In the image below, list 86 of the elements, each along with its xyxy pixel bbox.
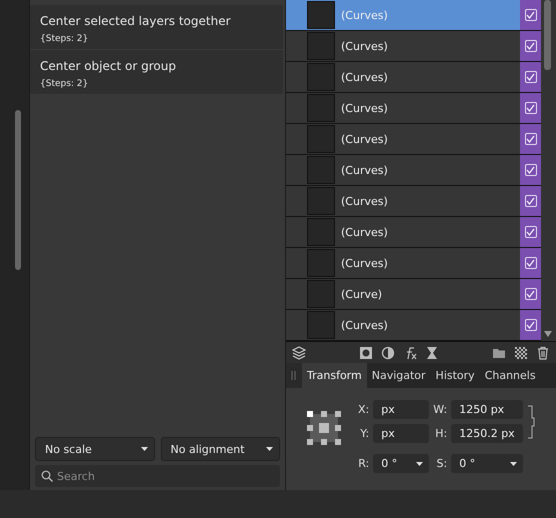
layer-thumbnail bbox=[307, 1, 335, 29]
alignment-dropdown[interactable]: No alignment bbox=[160, 437, 280, 461]
panel-tab[interactable]: Navigator bbox=[366, 363, 431, 388]
layer-thumbnail bbox=[307, 218, 335, 246]
layer-row[interactable]: (Curves) bbox=[286, 93, 541, 124]
r-label: R: bbox=[358, 457, 370, 470]
visibility-checkbox[interactable] bbox=[524, 257, 536, 269]
visibility-checkbox[interactable] bbox=[524, 9, 536, 21]
visibility-checkbox[interactable] bbox=[524, 226, 536, 238]
grip-icon[interactable] bbox=[286, 363, 302, 388]
layer-name: (Curves) bbox=[341, 8, 389, 22]
search-box[interactable]: Search bbox=[35, 465, 280, 487]
rotation-dropdown[interactable]: 0 ° bbox=[373, 454, 430, 473]
visibility-checkbox[interactable] bbox=[524, 164, 536, 176]
item-title: Center selected layers together bbox=[40, 14, 232, 28]
w-label: W: bbox=[433, 403, 448, 416]
caret-icon bbox=[510, 462, 518, 466]
layer-thumbnail bbox=[307, 280, 335, 308]
layer-name: (Curves) bbox=[341, 194, 389, 208]
scale-dropdown[interactable]: No scale bbox=[35, 437, 154, 461]
shear-dropdown[interactable]: 0 ° bbox=[451, 454, 524, 473]
search-field[interactable]: Search bbox=[57, 470, 274, 482]
layer-row[interactable]: (Curves) bbox=[286, 124, 541, 155]
layer-row[interactable]: (Curves) bbox=[286, 62, 541, 93]
hourglass-icon[interactable] bbox=[425, 346, 439, 360]
layer-thumbnail bbox=[307, 187, 335, 215]
layer-name: (Curves) bbox=[341, 164, 389, 176]
layer-thumbnail bbox=[307, 249, 335, 277]
layer-name: (Curves) bbox=[341, 40, 389, 52]
s-label: S: bbox=[436, 457, 448, 470]
checker-icon[interactable] bbox=[514, 346, 528, 360]
trash-icon[interactable] bbox=[536, 346, 550, 360]
y-label: Y: bbox=[360, 427, 370, 440]
layer-thumbnail bbox=[307, 125, 335, 153]
anchor-icon[interactable] bbox=[304, 408, 344, 448]
layer-name: (Curves) bbox=[341, 226, 389, 238]
x-label: X: bbox=[358, 403, 370, 416]
width-field[interactable]: 1250 px bbox=[451, 400, 524, 419]
layer-row[interactable]: (Curves) bbox=[286, 310, 541, 341]
link-icon[interactable] bbox=[527, 404, 536, 440]
layer-name: (Curves) bbox=[341, 132, 389, 146]
search-icon bbox=[41, 470, 53, 482]
visibility-checkbox[interactable] bbox=[524, 102, 536, 114]
layer-thumbnail bbox=[307, 311, 335, 339]
layer-row[interactable]: (Curves) bbox=[286, 31, 541, 62]
scrollbar-thumb[interactable] bbox=[544, 0, 551, 70]
caret-icon bbox=[416, 462, 424, 466]
h-label: H: bbox=[435, 427, 448, 440]
layer-row[interactable]: (Curves) bbox=[286, 248, 541, 279]
visibility-checkbox[interactable] bbox=[524, 71, 536, 83]
height-field[interactable]: 1250.2 px bbox=[451, 424, 524, 443]
mask-icon[interactable] bbox=[359, 346, 373, 360]
layer-name: (Curves) bbox=[341, 256, 389, 270]
scrollbar-thumb[interactable] bbox=[15, 110, 21, 270]
item-steps: {Steps: 2} bbox=[40, 79, 273, 89]
layer-row[interactable]: (Curve) bbox=[286, 279, 541, 310]
layer-row[interactable]: (Curves) bbox=[286, 186, 541, 217]
x-field[interactable]: px bbox=[373, 400, 430, 419]
item-steps: {Steps: 2} bbox=[40, 34, 273, 44]
layers-icon[interactable] bbox=[292, 346, 306, 360]
adjustment-icon[interactable] bbox=[381, 346, 395, 360]
scroll-down-icon[interactable] bbox=[544, 331, 552, 337]
panel-tab[interactable]: Channels bbox=[480, 363, 541, 388]
visibility-checkbox[interactable] bbox=[524, 40, 536, 52]
layer-name: (Curves) bbox=[341, 102, 389, 114]
history-item[interactable]: Center selected layers together {Steps: 2} bbox=[30, 5, 283, 50]
layer-thumbnail bbox=[307, 63, 335, 91]
layer-thumbnail bbox=[307, 94, 335, 122]
panel-tab[interactable]: History bbox=[430, 363, 480, 388]
layer-name: (Curve) bbox=[341, 288, 384, 300]
y-field[interactable]: px bbox=[373, 424, 430, 443]
caret-icon bbox=[140, 447, 148, 451]
layer-thumbnail bbox=[307, 32, 335, 60]
layer-row[interactable]: (Curves) bbox=[286, 217, 541, 248]
caret-icon bbox=[266, 447, 273, 451]
history-item[interactable]: Center object or group {Steps: 2} bbox=[30, 50, 283, 95]
visibility-checkbox[interactable] bbox=[524, 133, 536, 145]
visibility-checkbox[interactable] bbox=[524, 288, 536, 300]
layer-name: (Curves) bbox=[341, 70, 389, 84]
layer-name: (Curves) bbox=[341, 318, 389, 332]
visibility-checkbox[interactable] bbox=[524, 319, 536, 331]
panel-tab[interactable]: Transform bbox=[302, 363, 367, 388]
visibility-checkbox[interactable] bbox=[524, 195, 536, 207]
layer-thumbnail bbox=[307, 156, 335, 184]
item-title: Center object or group bbox=[40, 59, 177, 73]
layer-row[interactable]: (Curves) bbox=[286, 155, 541, 186]
